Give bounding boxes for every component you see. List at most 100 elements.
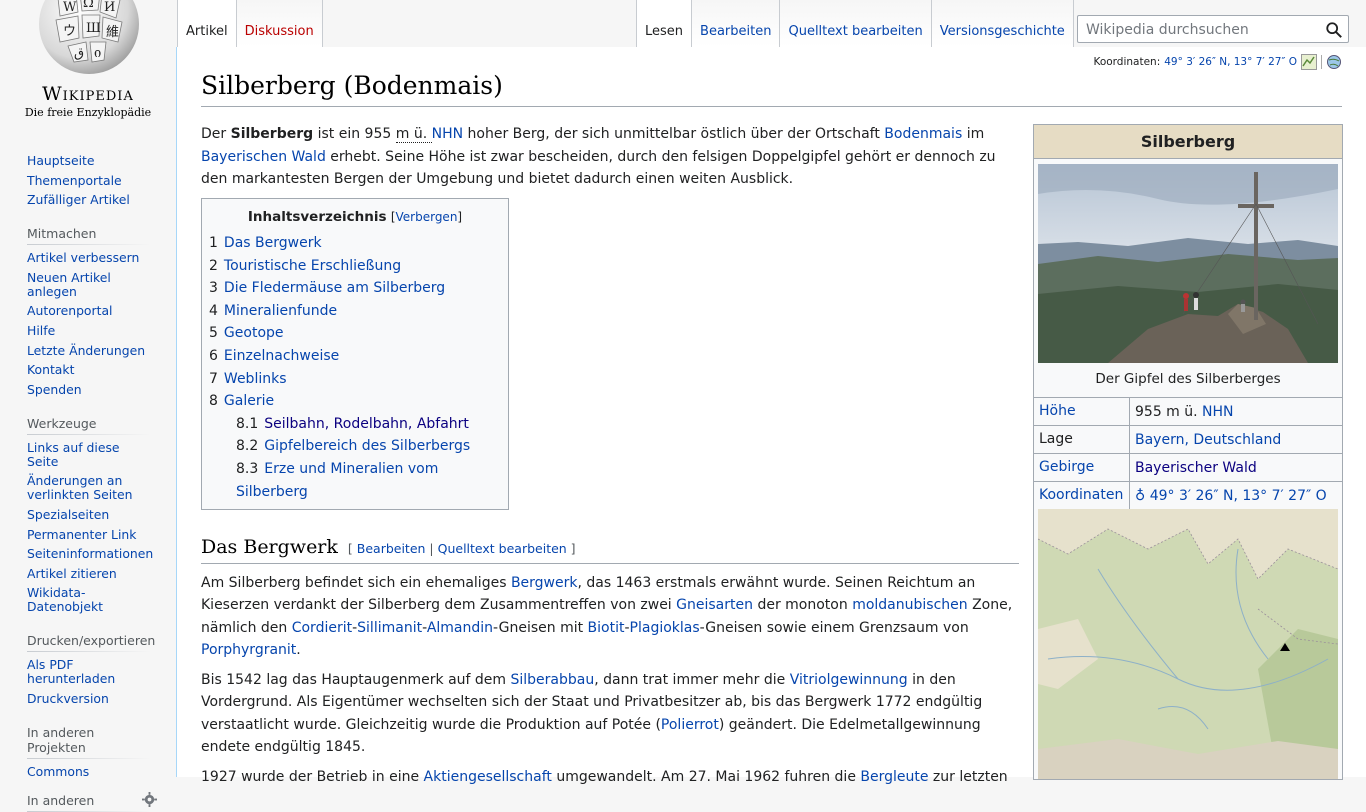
search-input[interactable] — [1084, 21, 1323, 39]
toc-item[interactable]: 5 Geotope — [209, 322, 501, 345]
namespace-tabs: Artikel Diskussion — [177, 0, 323, 47]
sidebar-item-seiteninformationen[interactable]: Seiteninformationen — [27, 546, 153, 561]
sidebar-item-aenderungen-an-verlinkten-seiten[interactable]: Änderungen an verlinkten Seiten — [27, 473, 133, 502]
link-bodenmais[interactable]: Bodenmais — [884, 126, 962, 142]
sidebar-item-hilfe[interactable]: Hilfe — [27, 323, 55, 338]
link-polierrot[interactable]: Polierrot — [661, 717, 719, 733]
link-cordierit[interactable]: Cordierit — [292, 620, 352, 636]
sidebar-item-zufaelliger-artikel[interactable]: Zufälliger Artikel — [27, 192, 130, 207]
globe-icon[interactable] — [1326, 54, 1342, 70]
title-divider — [201, 106, 1342, 107]
infobox-key-lage: Lage — [1034, 426, 1130, 453]
infobox-key-koordinaten[interactable]: Koordinaten — [1039, 487, 1123, 503]
sidebar-item-autorenportal[interactable]: Autorenportal — [27, 303, 113, 318]
toc-toggle[interactable]: Verbergen — [396, 210, 458, 224]
coordinates-label: Koordinaten: — [1093, 56, 1161, 68]
search-box — [1077, 15, 1349, 43]
link-nhn[interactable]: NHN — [432, 126, 463, 142]
toc-title: Inhaltsverzeichnis — [247, 208, 387, 225]
infobox-coordinates-link[interactable]: ♁ 49° 3′ 26″ N, 13° 7′ 27″ O — [1135, 488, 1327, 504]
paragraph: Bis 1542 lag das Hauptaugenmerk auf dem … — [201, 671, 983, 756]
section-edit-source-link[interactable]: Quelltext bearbeiten — [438, 541, 567, 556]
link-bayerischer-wald-infobox[interactable]: Bayerischer Wald — [1135, 460, 1257, 476]
sidebar-item-als-pdf[interactable]: Als PDF herunterladen — [27, 657, 115, 686]
view-tabs: Lesen Bearbeiten Quelltext bearbeiten Ve… — [636, 0, 1074, 47]
toc-item[interactable]: 4 Mineralienfunde — [209, 300, 501, 323]
sidebar-item-spezialseiten[interactable]: Spezialseiten — [27, 507, 109, 522]
sidebar-item-neuen-artikel-anlegen[interactable]: Neuen Artikel anlegen — [27, 270, 111, 299]
section-edit-link[interactable]: Bearbeiten — [357, 541, 426, 556]
sidebar-item-artikel-zitieren[interactable]: Artikel zitieren — [27, 566, 117, 581]
tab-versionsgeschichte[interactable]: Versionsgeschichte — [931, 0, 1074, 47]
sidebar-heading-mitmachen: Mitmachen — [27, 226, 151, 246]
link-nhn-infobox[interactable]: NHN — [1202, 404, 1233, 420]
infobox-key-gebirge[interactable]: Gebirge — [1039, 459, 1094, 475]
intro-paragraph: Der Silberberg ist ein 955 m ü. NHN hohe… — [201, 126, 996, 187]
svg-text:Ш: Ш — [86, 21, 101, 36]
infobox-key-hoehe[interactable]: Höhe — [1039, 403, 1076, 419]
link-silberabbau[interactable]: Silberabbau — [511, 672, 595, 688]
link-plagioklas[interactable]: Plagioklas — [630, 620, 700, 636]
sidebar-item-artikel-verbessern[interactable]: Artikel verbessern — [27, 250, 139, 265]
toc-subitem[interactable]: 8.3 Erze und Mineralien vom Silberberg — [236, 458, 501, 503]
map-icon[interactable] — [1301, 54, 1317, 70]
tagline: Die freie Enzyklopädie — [24, 106, 152, 119]
tab-lesen[interactable]: Lesen — [636, 0, 693, 47]
sidebar-item-kontakt[interactable]: Kontakt — [27, 362, 74, 377]
infobox-row-hoehe: Höhe 955 m ü. NHN — [1034, 397, 1342, 425]
wikipedia-globe-icon: WΩИ ウШ維 قი — [39, 0, 139, 74]
link-biotit[interactable]: Biotit — [588, 620, 625, 636]
sidebar-item-spenden[interactable]: Spenden — [27, 382, 82, 397]
link-gneisarten[interactable]: Gneisarten — [676, 597, 753, 613]
summit-photo[interactable] — [1038, 164, 1338, 363]
link-bayern-deutschland[interactable]: Bayern, Deutschland — [1135, 432, 1281, 448]
svg-text:ウ: ウ — [63, 24, 76, 39]
tab-bearbeiten[interactable]: Bearbeiten — [692, 0, 781, 47]
toc-item[interactable]: 7 Weblinks — [209, 368, 501, 391]
svg-text:維: 維 — [106, 25, 119, 40]
sidebar-item-letzte-aenderungen[interactable]: Letzte Änderungen — [27, 343, 145, 358]
toc-subitem[interactable]: 8.2 Gipfelbereich des Silberbergs — [236, 435, 501, 458]
toc-item[interactable]: 2 Touristische Erschließung — [209, 255, 501, 278]
wikipedia-logo[interactable]: WΩИ ウШ維 قი Wikipedia Die freie Enzyklopä… — [0, 0, 176, 130]
link-bergleute[interactable]: Bergleute — [860, 769, 928, 785]
infobox-row-koordinaten: Koordinaten ♁ 49° 3′ 26″ N, 13° 7′ 27″ O — [1034, 481, 1342, 509]
link-almandin[interactable]: Almandin — [427, 620, 493, 636]
sidebar-item-wikidata-datenobjekt[interactable]: Wikidata-Datenobjekt — [27, 585, 103, 614]
link-sillimanit[interactable]: Sillimanit — [357, 620, 422, 636]
sidebar-heading-projekte: In anderen Projekten — [27, 724, 151, 759]
sidebar-item-commons[interactable]: Commons — [27, 764, 89, 779]
svg-text:W: W — [63, 0, 77, 15]
link-vitriolgewinnung[interactable]: Vitriolgewinnung — [790, 672, 908, 688]
link-bergwerk[interactable]: Bergwerk — [511, 575, 578, 591]
location-map[interactable] — [1038, 509, 1338, 779]
link-aktiengesellschaft[interactable]: Aktiengesellschaft — [424, 769, 552, 785]
sidebar-item-links-auf-diese-seite[interactable]: Links auf diese Seite — [27, 440, 120, 469]
link-porphyrgranit[interactable]: Porphyrgranit — [201, 642, 296, 658]
title-coordinates: Koordinaten: 49° 3′ 26″ N, 13° 7′ 27″ O — [1093, 54, 1342, 70]
coordinates-link[interactable]: 49° 3′ 26″ N, 13° 7′ 27″ O — [1164, 56, 1297, 68]
toc-item[interactable]: 3 Die Fledermäuse am Silberberg — [209, 277, 501, 300]
paragraph: 1927 wurde der Betrieb in eine Aktienges… — [201, 768, 1008, 785]
unit-abbr[interactable]: m ü. — [395, 126, 432, 143]
gear-icon[interactable] — [142, 791, 157, 807]
sidebar-projekte: In anderen Projekten Commons — [0, 724, 176, 779]
toc-item[interactable]: 6 Einzelnachweise — [209, 345, 501, 368]
tab-artikel[interactable]: Artikel — [177, 0, 237, 47]
svg-text:ق: ق — [74, 46, 84, 61]
sidebar-item-druckversion[interactable]: Druckversion — [27, 691, 109, 706]
toc-item[interactable]: 8 Galerie 8.1 Seilbahn, Rodelbahn, Abfahrt… — [209, 390, 501, 503]
sidebar-item-permanenter-link[interactable]: Permanenter Link — [27, 527, 136, 542]
toc-subitem[interactable]: 8.1 Seilbahn, Rodelbahn, Abfahrt — [236, 413, 501, 436]
link-bayerischer-wald[interactable]: Bayerischen Wald — [201, 149, 326, 165]
tab-quelltext-bearbeiten[interactable]: Quelltext bearbeiten — [780, 0, 932, 47]
tab-diskussion[interactable]: Diskussion — [236, 0, 323, 47]
link-moldanubisch[interactable]: moldanubischen — [852, 597, 967, 613]
sidebar-heading-drucken: Drucken/exportieren — [27, 633, 155, 653]
sidebar-item-themenportale[interactable]: Themenportale — [27, 173, 122, 188]
sidebar-item-hauptseite[interactable]: Hauptseite — [27, 153, 95, 168]
sidebar-heading-sprachen: In anderen — [27, 792, 151, 812]
toc-item[interactable]: 1 Das Bergwerk — [209, 232, 501, 255]
paragraph: Am Silberberg befindet sich ein ehemalig… — [201, 574, 1013, 659]
search-icon[interactable] — [1325, 21, 1343, 39]
